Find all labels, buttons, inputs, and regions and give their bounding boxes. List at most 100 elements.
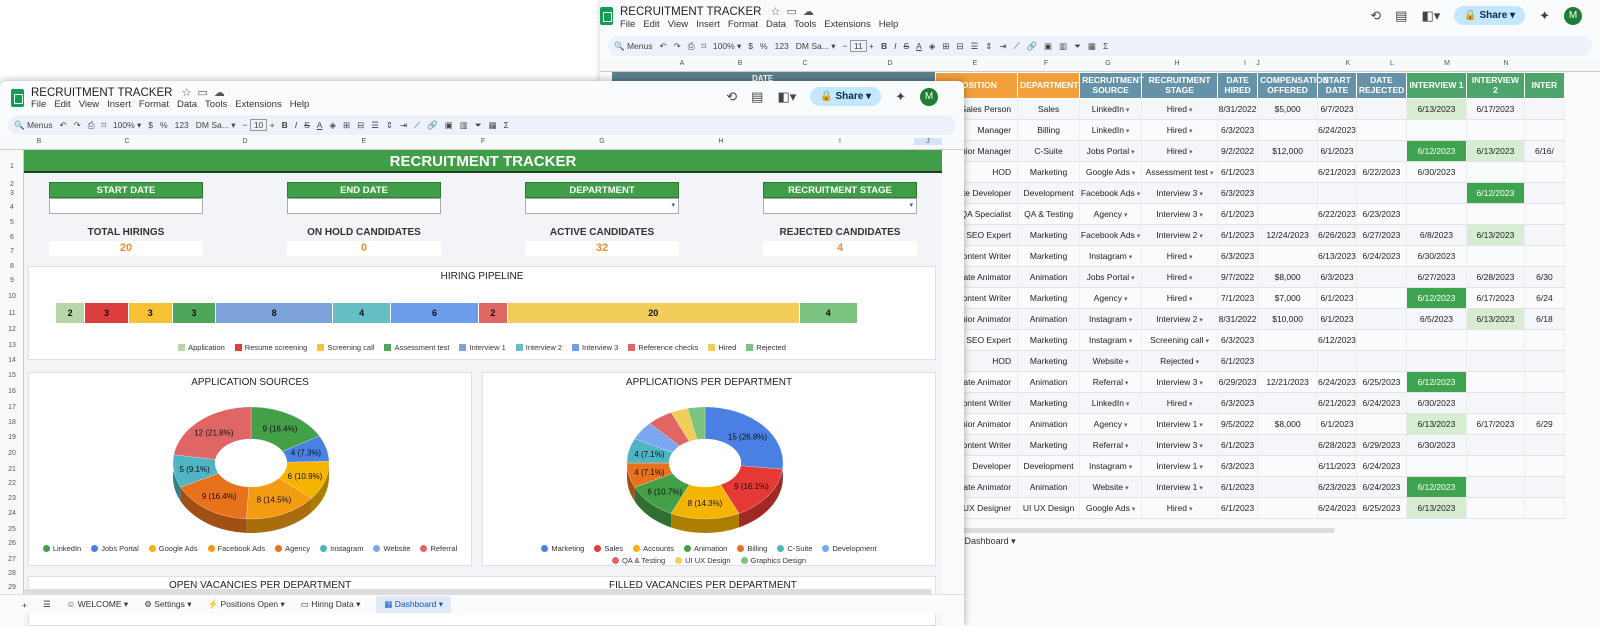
table-cell[interactable]: Website bbox=[1079, 350, 1143, 372]
wrap-icon[interactable]: ⇥ bbox=[400, 120, 407, 131]
table-cell[interactable] bbox=[1524, 350, 1565, 372]
table-cell[interactable] bbox=[1466, 203, 1525, 225]
table-row[interactable]: SEO ExpertMarketingFacebook AdsInterview… bbox=[935, 224, 1565, 246]
menu-format[interactable]: Format bbox=[139, 99, 169, 110]
table-cell[interactable]: 6/24/2023 bbox=[1356, 455, 1407, 477]
row-header[interactable]: 10 bbox=[0, 293, 24, 300]
table-cell[interactable]: Facebook Ads bbox=[1079, 224, 1143, 246]
table-cell[interactable] bbox=[1524, 329, 1565, 351]
table-cell[interactable]: $10,000 bbox=[1257, 308, 1319, 330]
table-cell[interactable] bbox=[1356, 266, 1407, 288]
doc-title[interactable]: RECRUITMENT TRACKER ☆ ▭ ☁ bbox=[31, 86, 231, 99]
table-cell[interactable] bbox=[1466, 392, 1525, 414]
table-cell[interactable] bbox=[1466, 434, 1525, 456]
row-header[interactable]: 8 bbox=[0, 263, 24, 270]
table-cell[interactable]: Marketing bbox=[1017, 287, 1081, 309]
table-cell[interactable]: 6/25/2023 bbox=[1356, 497, 1407, 519]
pipeline-segment[interactable]: 2 bbox=[56, 303, 86, 323]
table-cell[interactable]: Interview 3 bbox=[1141, 434, 1219, 456]
font-select[interactable]: DM Sa... ▾ bbox=[196, 120, 236, 131]
department-donut-chart[interactable]: 15 (26.8%) 9 (16.1%) 8 (14.3%) 6 (10.7%) 4 (… bbox=[483, 389, 937, 549]
table-cell[interactable]: 6/23/2023 bbox=[1356, 203, 1407, 225]
table-cell[interactable]: 6/1/2023 bbox=[1217, 497, 1259, 519]
row-header[interactable]: 1 bbox=[0, 163, 24, 170]
filter-icon[interactable]: ⏷ bbox=[475, 120, 482, 131]
table-cell[interactable]: Animation bbox=[1017, 266, 1081, 288]
table-cell[interactable]: 6/1/2023 bbox=[1317, 308, 1357, 330]
table-cell[interactable]: Referral bbox=[1079, 371, 1143, 393]
table-cell[interactable]: $5,000 bbox=[1257, 98, 1319, 120]
row-header[interactable]: 4 bbox=[0, 204, 24, 211]
table-cell[interactable] bbox=[1524, 497, 1565, 519]
table-row[interactable]: HODMarketingWebsiteRejected6/1/2023 bbox=[935, 350, 1565, 372]
column-header[interactable]: B bbox=[24, 138, 54, 145]
table-cell[interactable]: Interview 3 bbox=[1141, 203, 1219, 225]
table-cell[interactable]: Website bbox=[1079, 476, 1143, 498]
table-cell[interactable]: Development bbox=[1017, 182, 1081, 204]
merge-icon[interactable]: ⊟ bbox=[357, 120, 364, 131]
comment-icon[interactable]: ▤ bbox=[751, 89, 763, 105]
table-cell[interactable]: 6/29/2023 bbox=[1217, 371, 1259, 393]
table-cell[interactable] bbox=[1406, 350, 1467, 372]
table-cell[interactable]: 6/1/2023 bbox=[1317, 287, 1357, 309]
table-cell[interactable]: 6/17/2023 bbox=[1466, 98, 1525, 120]
table-row[interactable]: Senior ManagerC-SuiteJobs PortalHired9/2… bbox=[935, 140, 1565, 162]
table-cell[interactable]: 8/31/2022 bbox=[1217, 98, 1259, 120]
row-header[interactable]: 25 bbox=[0, 526, 24, 533]
table-row[interactable]: nior Content WriterMarketingAgencyHired7… bbox=[935, 287, 1565, 309]
table-cell[interactable]: 6/1/2023 bbox=[1217, 476, 1259, 498]
table-cell[interactable]: 6/3/2023 bbox=[1217, 182, 1259, 204]
table-cell[interactable]: Development bbox=[1017, 455, 1081, 477]
table-cell[interactable]: 6/28/2023 bbox=[1466, 266, 1525, 288]
zoom-select[interactable]: 100% ▾ bbox=[113, 120, 141, 131]
table-cell[interactable]: 6/30/2023 bbox=[1406, 245, 1467, 267]
table-cell[interactable]: Marketing bbox=[1017, 434, 1081, 456]
table-cell[interactable]: $12,000 bbox=[1257, 140, 1319, 162]
table-cell[interactable]: Interview 2 bbox=[1141, 224, 1219, 246]
valign-icon[interactable]: ⇕ bbox=[386, 120, 393, 131]
table-cell[interactable]: 9/2/2022 bbox=[1217, 140, 1259, 162]
table-cell[interactable] bbox=[1317, 350, 1357, 372]
merge-icon[interactable]: ⊟ bbox=[957, 41, 964, 52]
number-format-button[interactable]: 123 bbox=[775, 41, 789, 51]
table-cell[interactable]: 6/30/2023 bbox=[1406, 161, 1467, 183]
column-header[interactable]: N bbox=[1477, 60, 1535, 67]
table-cell[interactable]: Hired bbox=[1141, 140, 1219, 162]
table-cell[interactable] bbox=[1524, 224, 1565, 246]
table-cell[interactable]: Interview 2 bbox=[1141, 308, 1219, 330]
star-icon[interactable]: ☆ bbox=[771, 6, 781, 18]
table-cell[interactable]: Animation bbox=[1017, 308, 1081, 330]
menu-insert[interactable]: Insert bbox=[107, 99, 131, 110]
table-cell[interactable] bbox=[1317, 182, 1357, 204]
table-cell[interactable] bbox=[1466, 371, 1525, 393]
table-cell[interactable] bbox=[1356, 329, 1407, 351]
table-cell[interactable]: 9/7/2022 bbox=[1217, 266, 1259, 288]
menu-edit[interactable]: Edit bbox=[54, 99, 70, 110]
table-cell[interactable]: 6/29 bbox=[1524, 413, 1565, 435]
table-cell[interactable]: $7,000 bbox=[1257, 287, 1319, 309]
table-cell[interactable] bbox=[1257, 455, 1319, 477]
column-header[interactable]: F bbox=[438, 138, 528, 145]
table-cell[interactable]: 6/21/2023 bbox=[1317, 161, 1357, 183]
table-cell[interactable] bbox=[1257, 434, 1319, 456]
italic-icon[interactable]: I bbox=[295, 120, 297, 130]
table-cell[interactable]: 6/13/2023 bbox=[1466, 140, 1525, 162]
table-cell[interactable]: Marketing bbox=[1017, 350, 1081, 372]
table-cell[interactable]: 6/24/2023 bbox=[1356, 476, 1407, 498]
align-icon[interactable]: ☰ bbox=[371, 120, 379, 131]
font-size-field[interactable]: − 10 + bbox=[242, 119, 275, 131]
table-row[interactable]: Sales PersonSalesLinkedInHired8/31/2022$… bbox=[935, 98, 1565, 120]
filter-input[interactable] bbox=[49, 198, 203, 214]
table-cell[interactable]: 6/30/2023 bbox=[1406, 392, 1467, 414]
table-cell[interactable]: 6/1/2023 bbox=[1217, 434, 1259, 456]
table-cell[interactable]: Billing bbox=[1017, 119, 1081, 141]
strike-icon[interactable]: S bbox=[903, 41, 909, 51]
italic-icon[interactable]: I bbox=[894, 41, 896, 51]
table-cell[interactable]: 6/8/2023 bbox=[1406, 224, 1467, 246]
font-select[interactable]: DM Sa... ▾ bbox=[796, 41, 836, 52]
tab-welcome[interactable]: ☺ WELCOME ▾ bbox=[67, 599, 129, 610]
table-cell[interactable]: 6/12/2023 bbox=[1466, 182, 1525, 204]
row-header[interactable]: 5 bbox=[0, 219, 24, 226]
table-cell[interactable]: Google Ads bbox=[1079, 161, 1143, 183]
menu-help[interactable]: Help bbox=[290, 99, 310, 110]
